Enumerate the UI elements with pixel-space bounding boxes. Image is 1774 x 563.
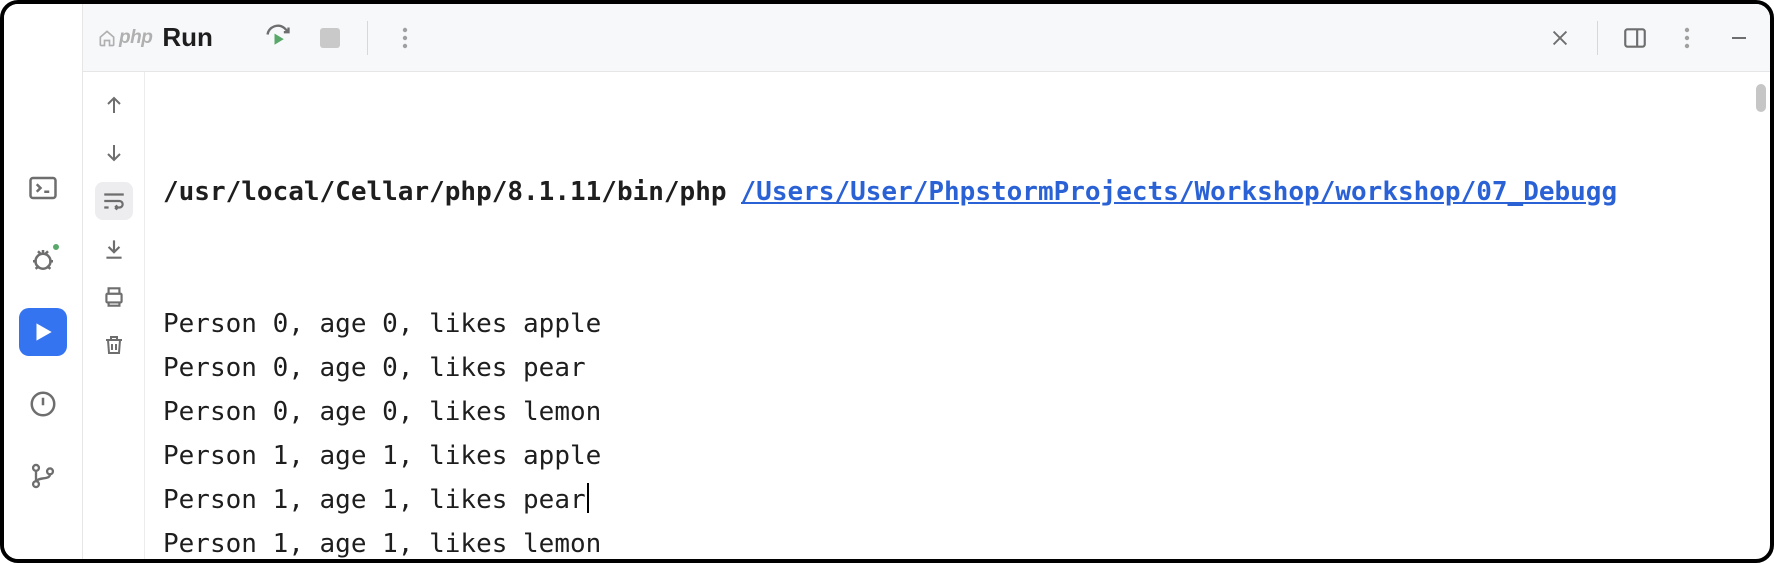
play-icon xyxy=(30,319,56,345)
interpreter-path: /usr/local/Cellar/php/8.1.11/bin/php xyxy=(163,170,727,214)
header-controls xyxy=(263,21,420,55)
divider xyxy=(367,21,368,55)
output-line: Person 0, age 0, likes apple xyxy=(163,302,1758,346)
run-panel-header: php Run xyxy=(83,4,1770,72)
arrow-down-icon xyxy=(102,141,126,165)
scroll-to-end-icon xyxy=(101,236,127,262)
debug-active-dot xyxy=(51,242,61,252)
scroll-to-end-button[interactable] xyxy=(95,230,133,268)
app-frame: php Run xyxy=(0,0,1774,563)
header-right xyxy=(1545,21,1754,55)
more-actions-button[interactable] xyxy=(390,23,420,53)
output-line: Person 1, age 1, likes pear xyxy=(163,478,1758,522)
close-icon xyxy=(1549,27,1571,49)
clear-button[interactable] xyxy=(95,326,133,364)
header-left: php Run xyxy=(97,21,420,55)
run-tool-button[interactable] xyxy=(19,308,67,356)
terminal-tool-button[interactable] xyxy=(19,164,67,212)
left-tool-rail xyxy=(4,4,82,559)
panel-title: Run xyxy=(162,22,213,53)
output-line: Person 1, age 1, likes apple xyxy=(163,434,1758,478)
soft-wrap-button[interactable] xyxy=(95,182,133,220)
output-line: Person 0, age 0, likes lemon xyxy=(163,390,1758,434)
print-button[interactable] xyxy=(95,278,133,316)
scroll-up-button[interactable] xyxy=(95,86,133,124)
stop-icon xyxy=(320,28,340,48)
options-button[interactable] xyxy=(1672,23,1702,53)
divider xyxy=(1597,21,1598,55)
php-config-badge[interactable]: php xyxy=(97,27,152,49)
rerun-button[interactable] xyxy=(263,23,293,53)
terminal-icon xyxy=(28,173,58,203)
kebab-icon xyxy=(1684,26,1690,50)
output-lines: Person 0, age 0, likes applePerson 0, ag… xyxy=(163,302,1758,559)
output-line: Person 0, age 0, likes pear xyxy=(163,346,1758,390)
close-tab-button[interactable] xyxy=(1545,23,1575,53)
git-branch-icon xyxy=(29,462,57,490)
hide-panel-button[interactable] xyxy=(1724,23,1754,53)
scroll-down-button[interactable] xyxy=(95,134,133,172)
console-output[interactable]: /usr/local/Cellar/php/8.1.11/bin/php /Us… xyxy=(145,72,1770,559)
console-gutter xyxy=(83,72,145,559)
kebab-icon xyxy=(402,26,408,50)
vcs-tool-button[interactable] xyxy=(19,452,67,500)
stop-button[interactable] xyxy=(315,23,345,53)
printer-icon xyxy=(101,284,127,310)
minimize-icon xyxy=(1727,26,1751,50)
panel-body: /usr/local/Cellar/php/8.1.11/bin/php /Us… xyxy=(83,72,1770,559)
run-panel: php Run xyxy=(82,4,1770,559)
layout-button[interactable] xyxy=(1620,23,1650,53)
arrow-up-icon xyxy=(102,93,126,117)
text-caret xyxy=(587,483,589,513)
php-label: php xyxy=(119,27,152,49)
problems-tool-button[interactable] xyxy=(19,380,67,428)
command-line: /usr/local/Cellar/php/8.1.11/bin/php /Us… xyxy=(163,170,1758,214)
trash-icon xyxy=(102,333,126,357)
script-path-link[interactable]: /Users/User/PhpstormProjects/Workshop/wo… xyxy=(741,170,1758,214)
scrollbar-thumb[interactable] xyxy=(1756,84,1766,112)
home-icon xyxy=(97,28,117,48)
layout-icon xyxy=(1622,25,1648,51)
warning-circle-icon xyxy=(28,389,58,419)
debug-tool-button[interactable] xyxy=(19,236,67,284)
rerun-icon xyxy=(264,24,292,52)
soft-wrap-icon xyxy=(101,188,127,214)
output-line: Person 1, age 1, likes lemon xyxy=(163,522,1758,559)
